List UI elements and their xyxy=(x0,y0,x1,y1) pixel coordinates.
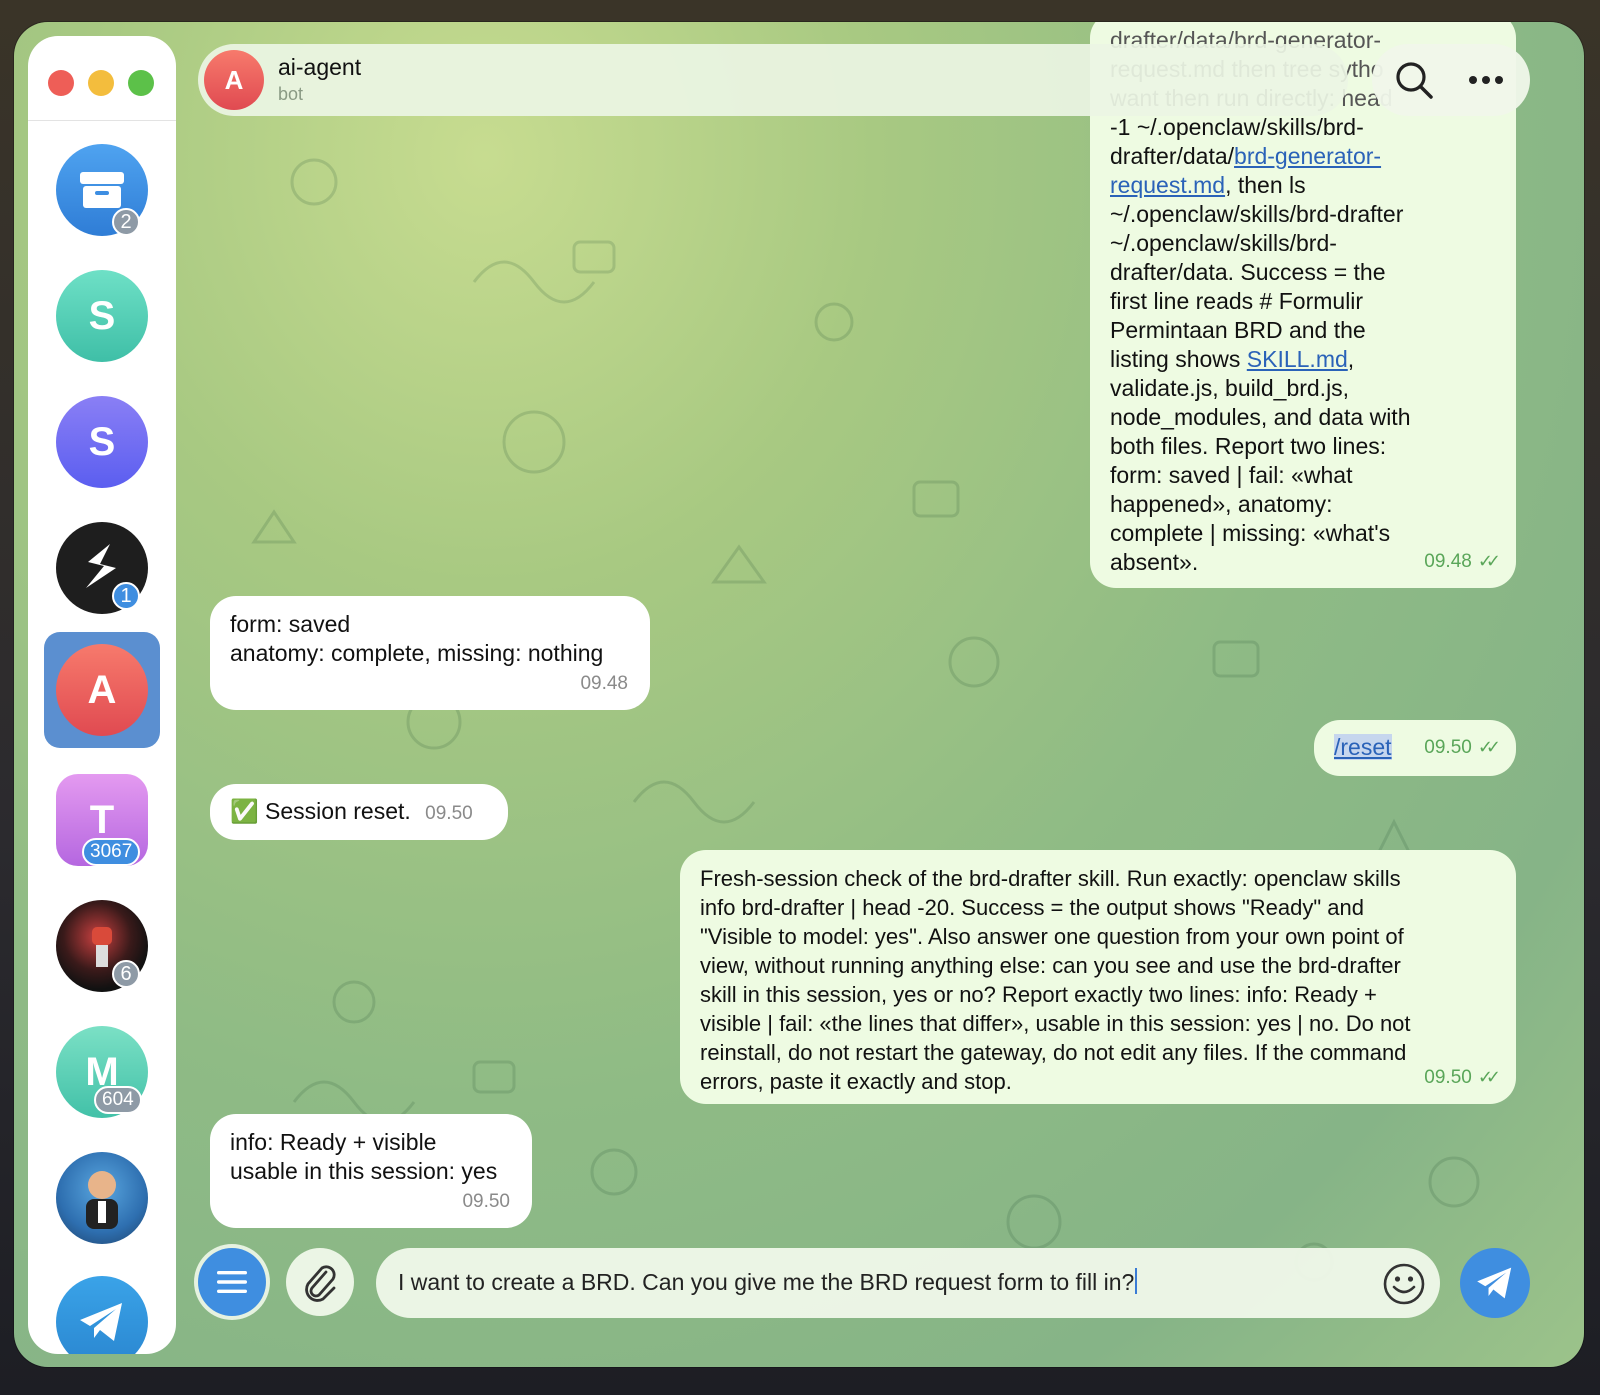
unread-badge: 6 xyxy=(112,960,140,988)
more-options-icon[interactable] xyxy=(1464,58,1508,102)
message-meta: 09.50 xyxy=(462,1187,510,1216)
search-icon[interactable] xyxy=(1392,58,1436,102)
avatar: S xyxy=(56,270,148,362)
incoming-message[interactable]: form: saved anatomy: complete, missing: … xyxy=(210,596,650,710)
message-text: info: Ready + visible usable in this ses… xyxy=(230,1129,498,1184)
sidebar-item-s-teal[interactable]: S xyxy=(28,258,176,374)
message-time: 09.50 xyxy=(1424,1067,1472,1088)
file-link[interactable]: SKILL.md xyxy=(1247,346,1348,372)
unread-badge: 604 xyxy=(94,1086,142,1114)
message-time: 09.50 xyxy=(1424,737,1472,758)
read-checks-icon: ✓✓ xyxy=(1477,737,1501,757)
sidebar-item-s-purple[interactable]: S xyxy=(28,384,176,500)
message-text: Session reset. xyxy=(265,798,411,824)
header-actions xyxy=(1372,44,1530,116)
paperclip-icon xyxy=(305,1265,336,1302)
telegram-icon xyxy=(56,1276,148,1354)
text-fragment: , then ls ~/.openclaw/skills/brd-drafter… xyxy=(1110,172,1404,372)
message-meta: 09.48 xyxy=(580,669,628,698)
sidebar-item-telegram[interactable] xyxy=(28,1264,176,1354)
check-mark-icon: ✅ xyxy=(230,798,259,824)
telegram-window: 2 S S 1 A T 3067 6 M 604 drafter/data/br… xyxy=(14,22,1584,1367)
attach-button[interactable] xyxy=(286,1248,354,1316)
message-meta: 09.48 ✓✓ xyxy=(1424,547,1501,576)
sidebar-item-fist-photo[interactable]: 6 xyxy=(28,888,176,1004)
sidebar-item-archive[interactable]: 2 xyxy=(28,132,176,248)
emoji-icon[interactable] xyxy=(1382,1262,1426,1306)
read-checks-icon: ✓✓ xyxy=(1477,1067,1501,1087)
minimize-window-button[interactable] xyxy=(88,70,114,96)
message-meta: 09.50 ✓✓ xyxy=(1424,1063,1501,1092)
chat-title: ai-agent xyxy=(278,54,362,80)
sidebar-item-dark-logo[interactable]: 1 xyxy=(28,510,176,626)
sidebar-item-t[interactable]: T 3067 xyxy=(28,762,176,878)
zoom-window-button[interactable] xyxy=(128,70,154,96)
input-value: I want to create a BRD. Can you give me … xyxy=(398,1269,1135,1295)
incoming-message[interactable]: info: Ready + visible usable in this ses… xyxy=(210,1114,532,1228)
message-text: form: saved anatomy: complete, missing: … xyxy=(230,611,604,666)
read-checks-icon: ✓✓ xyxy=(1477,551,1501,571)
message-text: -1 ~/.openclaw/skills/brd- drafter/data/… xyxy=(1110,113,1496,577)
avatar: A xyxy=(56,644,148,736)
window-controls xyxy=(48,70,154,96)
message-time: 09.50 xyxy=(462,1191,510,1212)
avatar: S xyxy=(56,396,148,488)
chat-subtitle: bot xyxy=(278,84,304,104)
bot-menu-button[interactable] xyxy=(198,1248,266,1316)
unread-badge: 3067 xyxy=(82,838,141,866)
message-input[interactable]: I want to create a BRD. Can you give me … xyxy=(376,1248,1440,1318)
message-input-text[interactable]: I want to create a BRD. Can you give me … xyxy=(398,1268,1138,1296)
message-time: 09.48 xyxy=(580,673,628,694)
command-link[interactable]: /reset xyxy=(1334,734,1392,760)
unread-badge: 2 xyxy=(112,208,140,236)
incoming-message[interactable]: ✅ Session reset. 09.50 xyxy=(210,784,508,840)
message-time: 09.48 xyxy=(1424,551,1472,572)
send-icon xyxy=(1477,1267,1512,1299)
outgoing-message[interactable]: /reset 09.50 ✓✓ xyxy=(1314,720,1516,776)
sidebar-item-ai-agent[interactable]: A xyxy=(28,632,176,748)
header-avatar[interactable]: A xyxy=(204,50,264,110)
outgoing-message[interactable]: Fresh-session check of the brd-drafter s… xyxy=(680,850,1516,1104)
avatar xyxy=(56,1152,148,1244)
message-text: Fresh-session check of the brd-drafter s… xyxy=(700,866,1411,1094)
unread-badge: 1 xyxy=(112,582,140,610)
sidebar-item-photo-man[interactable] xyxy=(28,1140,176,1256)
close-window-button[interactable] xyxy=(48,70,74,96)
text-fragment: , validate.js, build_brd.js, node_module… xyxy=(1110,346,1411,575)
sidebar-divider xyxy=(28,120,176,121)
message-meta: 09.50 ✓✓ xyxy=(1424,733,1501,762)
menu-icon xyxy=(217,1271,247,1293)
chat-list-sidebar: 2 S S 1 A T 3067 6 M 604 xyxy=(28,36,176,1354)
text-caret xyxy=(1135,1268,1138,1294)
send-button[interactable] xyxy=(1460,1248,1530,1318)
sidebar-item-m[interactable]: M 604 xyxy=(28,1014,176,1130)
chat-header[interactable]: A ai-agent bot xyxy=(198,44,1348,116)
message-time: 09.50 xyxy=(425,803,473,824)
